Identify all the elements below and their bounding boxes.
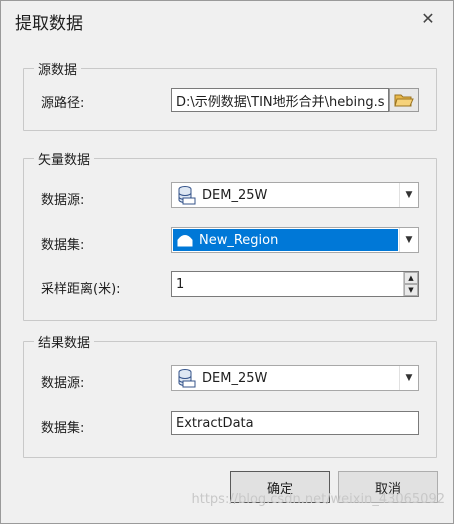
database-udb-icon bbox=[178, 369, 196, 388]
sampling-distance-label: 采样距离(米): bbox=[41, 282, 121, 297]
vector-datasource-select[interactable]: DEM_25W ▼ bbox=[171, 182, 419, 208]
sampling-distance-spinner[interactable]: 1 ▲ ▼ bbox=[171, 271, 419, 297]
result-datasource-value: DEM_25W bbox=[202, 370, 268, 386]
dialog-title: 提取数据 bbox=[15, 14, 83, 34]
folder-open-icon bbox=[394, 94, 414, 107]
watermark: https://blog.csdn.net/weixin_43065092 bbox=[191, 492, 445, 507]
result-datasource-label: 数据源: bbox=[41, 376, 85, 391]
vector-dataset-value: New_Region bbox=[199, 232, 279, 248]
result-data-legend: 结果数据 bbox=[38, 336, 91, 351]
result-dataset-label: 数据集: bbox=[41, 421, 85, 436]
extract-data-dialog: 提取数据 ✕ 源数据 源路径: D:\示例数据\TIN地形合并\hebing.s… bbox=[0, 0, 454, 524]
vector-dataset-select[interactable]: New_Region ▼ bbox=[171, 227, 419, 253]
vector-data-legend: 矢量数据 bbox=[38, 153, 91, 168]
source-data-legend: 源数据 bbox=[38, 63, 78, 78]
source-path-field[interactable]: D:\示例数据\TIN地形合并\hebing.s bbox=[171, 88, 389, 112]
chevron-down-icon[interactable]: ▼ bbox=[399, 228, 418, 252]
close-icon[interactable]: ✕ bbox=[417, 7, 439, 29]
database-udb-icon bbox=[178, 186, 196, 205]
browse-button[interactable] bbox=[389, 88, 419, 112]
result-dataset-field[interactable]: ExtractData bbox=[171, 411, 419, 435]
vector-datasource-label: 数据源: bbox=[41, 193, 85, 208]
spin-down-icon[interactable]: ▼ bbox=[404, 284, 418, 296]
chevron-down-icon[interactable]: ▼ bbox=[399, 183, 418, 207]
source-path-label: 源路径: bbox=[41, 96, 85, 111]
sampling-distance-value[interactable]: 1 bbox=[172, 272, 403, 296]
vector-dataset-label: 数据集: bbox=[41, 238, 85, 253]
chevron-down-icon[interactable]: ▼ bbox=[399, 366, 418, 390]
vector-datasource-value: DEM_25W bbox=[202, 187, 268, 203]
spin-up-icon[interactable]: ▲ bbox=[404, 272, 418, 284]
region-dataset-icon bbox=[177, 235, 193, 247]
result-datasource-select[interactable]: DEM_25W ▼ bbox=[171, 365, 419, 391]
result-data-group: 结果数据 bbox=[23, 332, 437, 458]
